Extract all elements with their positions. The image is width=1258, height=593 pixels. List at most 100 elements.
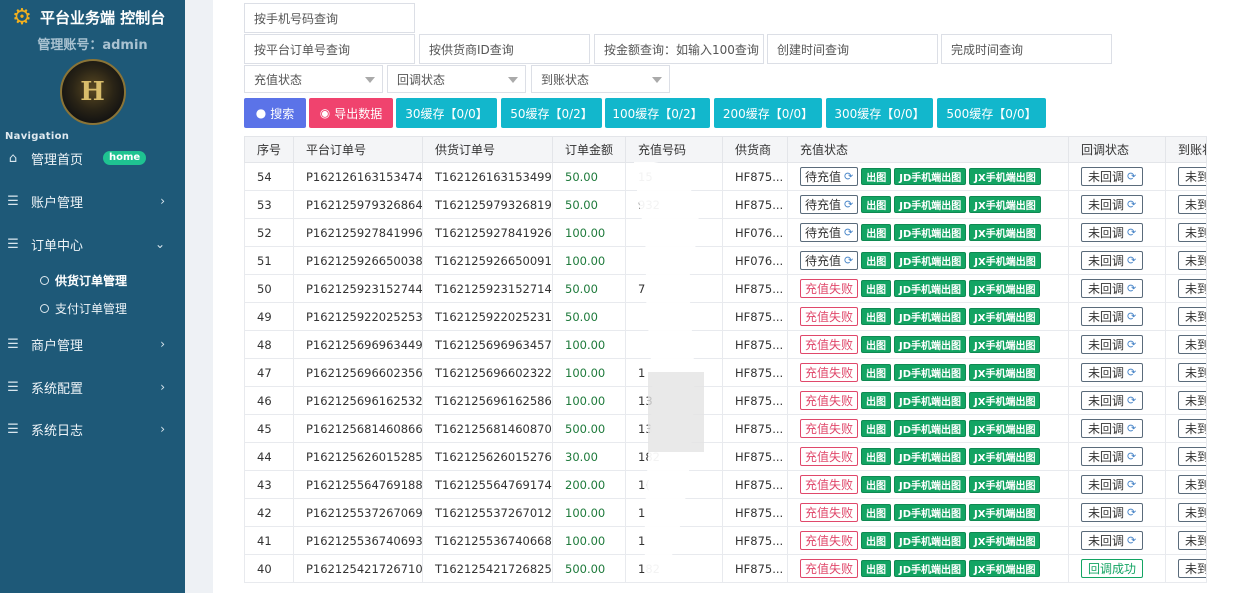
jd-mobile-image-button[interactable]: JD手机端出图 [894, 364, 967, 381]
sidebar-item-home[interactable]: ⌂ 管理首页 home [0, 144, 185, 172]
phone-search-input[interactable]: 按手机号码查询 [244, 3, 415, 33]
jx-mobile-image-button[interactable]: JX手机端出图 [969, 560, 1041, 577]
jd-mobile-image-button[interactable]: JD手机端出图 [894, 420, 967, 437]
image-button[interactable]: 出图 [861, 392, 892, 409]
image-button[interactable]: 出图 [861, 448, 892, 465]
arrival-status-badge[interactable]: 未到 [1178, 447, 1206, 466]
recharge-status-select[interactable]: 充值状态 [244, 65, 383, 93]
arrival-status-badge[interactable]: 未到 [1178, 167, 1206, 186]
callback-status-badge[interactable]: 未回调 ⟳ [1081, 223, 1144, 242]
arrival-status-badge[interactable]: 未到 [1178, 223, 1206, 242]
image-button[interactable]: 出图 [861, 252, 892, 269]
jd-mobile-image-button[interactable]: JD手机端出图 [894, 336, 967, 353]
jd-mobile-image-button[interactable]: JD手机端出图 [894, 448, 967, 465]
jx-mobile-image-button[interactable]: JX手机端出图 [969, 308, 1041, 325]
sidebar-subitem-pay-orders[interactable]: 支付订单管理 [40, 298, 127, 318]
image-button[interactable]: 出图 [861, 560, 892, 577]
sidebar-item-logs[interactable]: ☰ 系统日志 › [0, 415, 185, 443]
cache-50-button[interactable]: 50缓存【0/2】 [501, 98, 602, 128]
callback-status-badge[interactable]: 未回调 ⟳ [1081, 195, 1144, 214]
sidebar-item-config[interactable]: ☰ 系统配置 › [0, 373, 185, 401]
jd-mobile-image-button[interactable]: JD手机端出图 [894, 476, 967, 493]
create-time-input[interactable]: 创建时间查询 [767, 34, 938, 64]
image-button[interactable]: 出图 [861, 168, 892, 185]
jx-mobile-image-button[interactable]: JX手机端出图 [969, 364, 1041, 381]
arrival-status-badge[interactable]: 未到 [1178, 391, 1206, 410]
arrival-status-select[interactable]: 到账状态 [531, 65, 670, 93]
sidebar-item-merchants[interactable]: ☰ 商户管理 › [0, 330, 185, 358]
jd-mobile-image-button[interactable]: JD手机端出图 [894, 532, 967, 549]
cache-30-button[interactable]: 30缓存【0/0】 [396, 98, 497, 128]
cache-500-button[interactable]: 500缓存【0/0】 [937, 98, 1046, 128]
arrival-status-badge[interactable]: 未到 [1178, 419, 1206, 438]
jx-mobile-image-button[interactable]: JX手机端出图 [969, 448, 1041, 465]
callback-status-badge[interactable]: 未回调 ⟳ [1081, 447, 1144, 466]
callback-status-badge[interactable]: 未回调 ⟳ [1081, 503, 1144, 522]
jd-mobile-image-button[interactable]: JD手机端出图 [894, 252, 967, 269]
jx-mobile-image-button[interactable]: JX手机端出图 [969, 252, 1041, 269]
jd-mobile-image-button[interactable]: JD手机端出图 [894, 504, 967, 521]
arrival-status-badge[interactable]: 未到 [1178, 279, 1206, 298]
recharge-status-badge[interactable]: 充值失败 [800, 307, 859, 326]
jd-mobile-image-button[interactable]: JD手机端出图 [894, 392, 967, 409]
image-button[interactable]: 出图 [861, 532, 892, 549]
arrival-status-badge[interactable]: 未到 [1178, 531, 1206, 550]
arrival-status-badge[interactable]: 未到 [1178, 475, 1206, 494]
sidebar-item-accounts[interactable]: ☰ 账户管理 › [0, 187, 185, 215]
recharge-status-badge[interactable]: 充值失败 [800, 279, 859, 298]
recharge-status-badge[interactable]: 充值失败 [800, 559, 859, 578]
image-button[interactable]: 出图 [861, 224, 892, 241]
cache-200-button[interactable]: 200缓存【0/0】 [714, 98, 822, 128]
recharge-status-badge[interactable]: 充值失败 [800, 447, 859, 466]
jx-mobile-image-button[interactable]: JX手机端出图 [969, 532, 1041, 549]
jx-mobile-image-button[interactable]: JX手机端出图 [969, 420, 1041, 437]
callback-status-badge[interactable]: 未回调 ⟳ [1081, 307, 1144, 326]
jx-mobile-image-button[interactable]: JX手机端出图 [969, 168, 1041, 185]
arrival-status-badge[interactable]: 未到 [1178, 363, 1206, 382]
callback-status-select[interactable]: 回调状态 [387, 65, 526, 93]
jx-mobile-image-button[interactable]: JX手机端出图 [969, 336, 1041, 353]
arrival-status-badge[interactable]: 未到 [1178, 251, 1206, 270]
image-button[interactable]: 出图 [861, 364, 892, 381]
callback-status-badge[interactable]: 回调成功 [1081, 559, 1144, 578]
callback-status-badge[interactable]: 未回调 ⟳ [1081, 475, 1144, 494]
recharge-status-badge[interactable]: 充值失败 [800, 391, 859, 410]
arrival-status-badge[interactable]: 未到 [1178, 503, 1206, 522]
jx-mobile-image-button[interactable]: JX手机端出图 [969, 476, 1041, 493]
callback-status-badge[interactable]: 未回调 ⟳ [1081, 251, 1144, 270]
image-button[interactable]: 出图 [861, 336, 892, 353]
jd-mobile-image-button[interactable]: JD手机端出图 [894, 224, 967, 241]
jx-mobile-image-button[interactable]: JX手机端出图 [969, 392, 1041, 409]
arrival-status-badge[interactable]: 未到 [1178, 559, 1206, 578]
recharge-status-badge[interactable]: 充值失败 [800, 531, 859, 550]
arrival-status-badge[interactable]: 未到 [1178, 307, 1206, 326]
recharge-status-badge[interactable]: 待充值 ⟳ [800, 223, 859, 242]
recharge-status-badge[interactable]: 待充值 ⟳ [800, 195, 859, 214]
sidebar-subitem-supply-orders[interactable]: 供货订单管理 [40, 270, 127, 290]
search-button[interactable]: ● 搜索 [244, 98, 306, 128]
image-button[interactable]: 出图 [861, 280, 892, 297]
recharge-status-badge[interactable]: 充值失败 [800, 419, 859, 438]
callback-status-badge[interactable]: 未回调 ⟳ [1081, 335, 1144, 354]
jd-mobile-image-button[interactable]: JD手机端出图 [894, 280, 967, 297]
cache-300-button[interactable]: 300缓存【0/0】 [826, 98, 933, 128]
export-button[interactable]: ◉ 导出数据 [309, 98, 393, 128]
platform-order-input[interactable]: 按平台订单号查询 [244, 34, 415, 64]
recharge-status-badge[interactable]: 充值失败 [800, 335, 859, 354]
jd-mobile-image-button[interactable]: JD手机端出图 [894, 308, 967, 325]
recharge-status-badge[interactable]: 待充值 ⟳ [800, 251, 859, 270]
arrival-status-badge[interactable]: 未到 [1178, 335, 1206, 354]
avatar[interactable]: H [59, 59, 126, 125]
callback-status-badge[interactable]: 未回调 ⟳ [1081, 279, 1144, 298]
cache-100-button[interactable]: 100缓存【0/2】 [605, 98, 710, 128]
callback-status-badge[interactable]: 未回调 ⟳ [1081, 391, 1144, 410]
supplier-id-input[interactable]: 按供货商ID查询 [419, 34, 590, 64]
jx-mobile-image-button[interactable]: JX手机端出图 [969, 280, 1041, 297]
recharge-status-badge[interactable]: 充值失败 [800, 363, 859, 382]
jx-mobile-image-button[interactable]: JX手机端出图 [969, 504, 1041, 521]
jx-mobile-image-button[interactable]: JX手机端出图 [969, 196, 1041, 213]
arrival-status-badge[interactable]: 未到 [1178, 195, 1206, 214]
recharge-status-badge[interactable]: 充值失败 [800, 475, 859, 494]
jd-mobile-image-button[interactable]: JD手机端出图 [894, 196, 967, 213]
callback-status-badge[interactable]: 未回调 ⟳ [1081, 363, 1144, 382]
